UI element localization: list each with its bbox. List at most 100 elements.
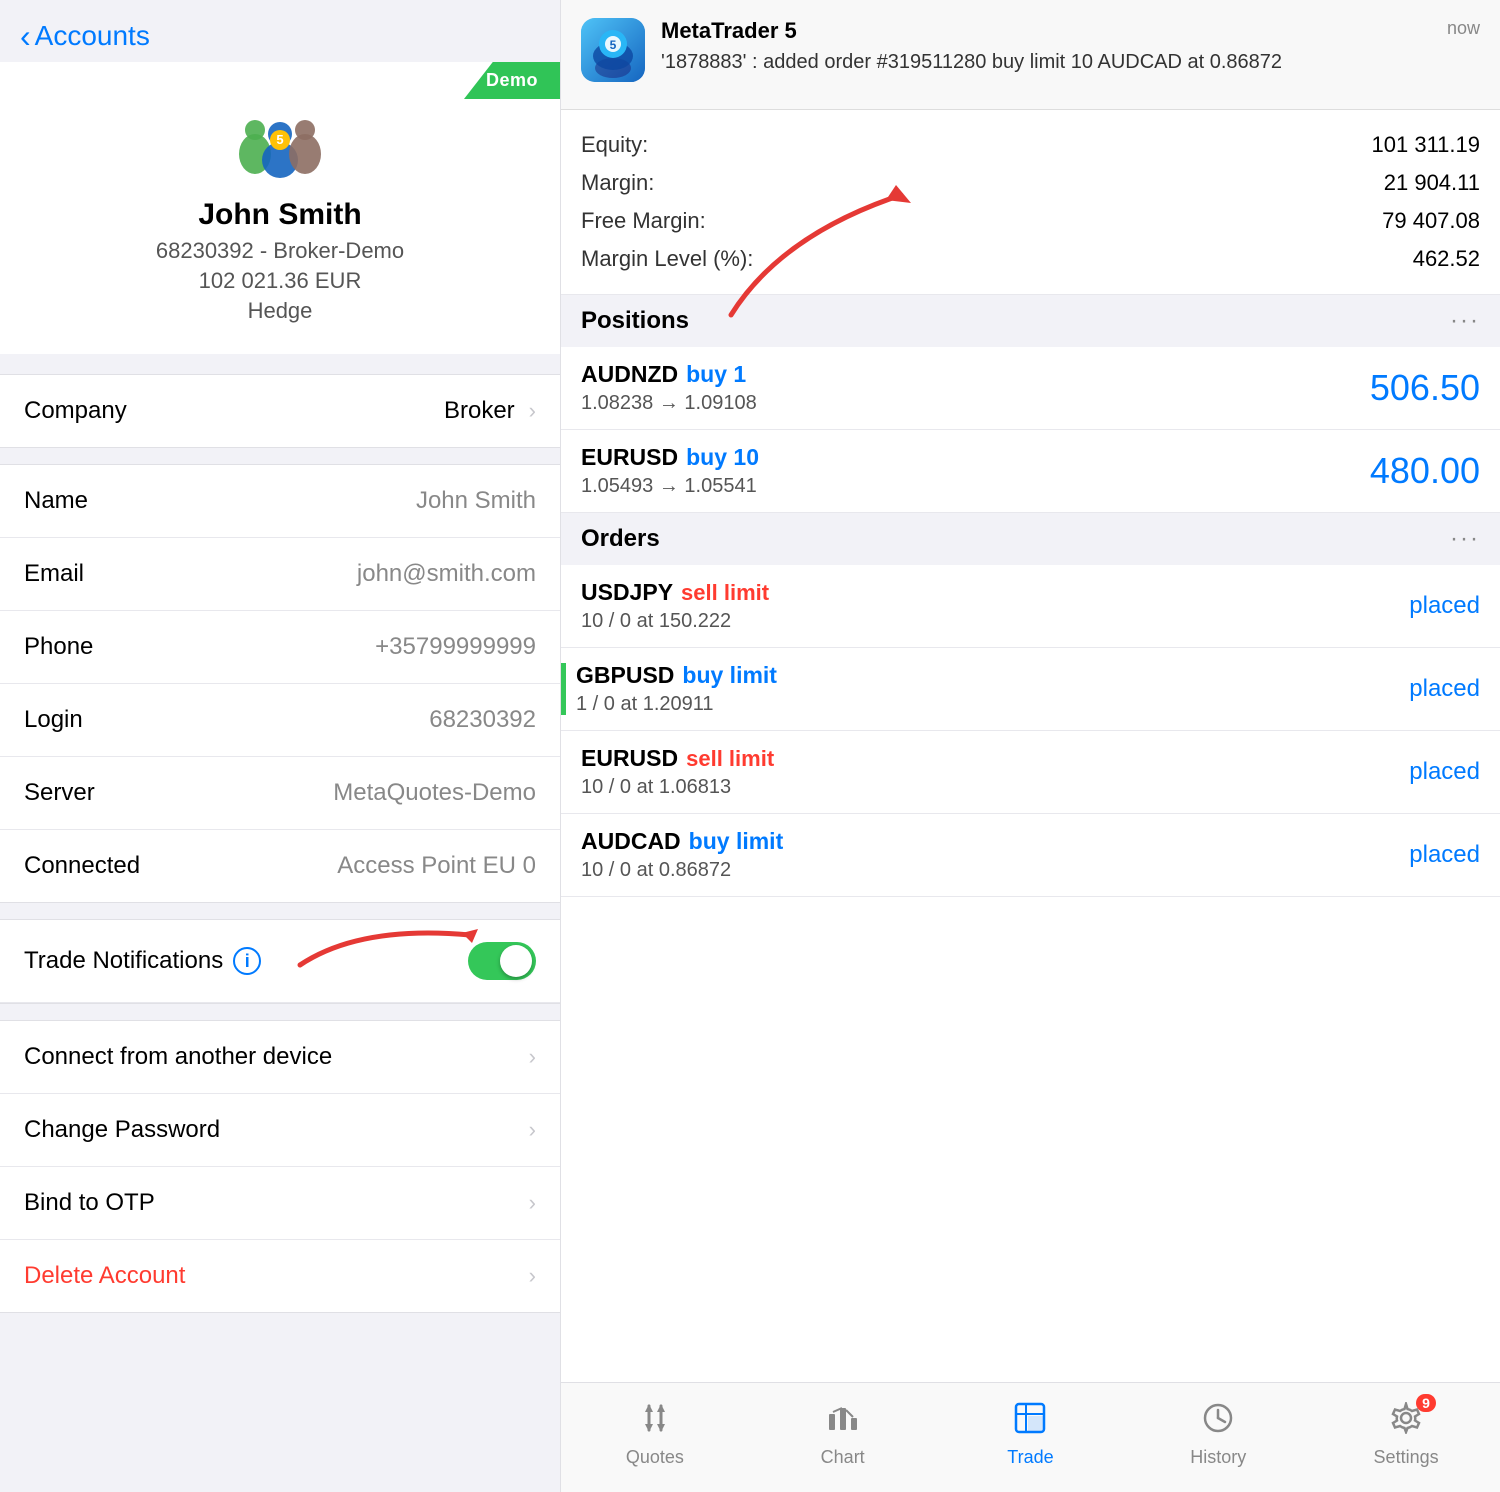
notifications-group: Trade Notifications i [0, 919, 560, 1004]
settings-label: Settings [1374, 1447, 1439, 1468]
company-row[interactable]: Company Broker › [0, 375, 560, 447]
server-row: Server MetaQuotes-Demo [0, 757, 560, 830]
margin-level-value: 462.52 [1413, 246, 1480, 272]
nav-history[interactable]: History [1163, 1402, 1273, 1468]
chart-icon [827, 1402, 859, 1441]
nav-bar: ‹ Accounts [0, 0, 560, 62]
bind-otp-chevron-icon: › [529, 1190, 536, 1216]
profile-section: Demo 5 John Smith 68230392 - Broker-Demo… [0, 62, 560, 354]
audcad-action: buy limit [689, 828, 784, 855]
info-group: Name John Smith Email john@smith.com Pho… [0, 464, 560, 903]
eurusd-action: buy 10 [686, 444, 759, 471]
notification-content: MetaTrader 5 now '1878883' : added order… [661, 18, 1480, 76]
eurusd-pair: EURUSD [581, 444, 678, 471]
free-margin-value: 79 407.08 [1382, 208, 1480, 234]
notification-message: '1878883' : added order #319511280 buy l… [661, 48, 1480, 76]
gbpusd-green-bar [561, 663, 566, 715]
eurusd-prices: 1.05493 → 1.05541 [581, 475, 1360, 498]
settings-badge: 9 [1416, 1394, 1436, 1412]
notification-app-name: MetaTrader 5 [661, 18, 797, 44]
usdjpy-order-row[interactable]: USDJPY sell limit 10 / 0 at 150.222 plac… [561, 565, 1500, 648]
back-chevron-icon: ‹ [20, 20, 31, 52]
trade-icon [1014, 1402, 1046, 1441]
gbpusd-order-row[interactable]: GBPUSD buy limit 1 / 0 at 1.20911 placed [561, 648, 1500, 731]
profile-account: 68230392 - Broker-Demo [156, 238, 404, 264]
notification-banner: 5 MetaTrader 5 now '1878883' : added ord… [561, 0, 1500, 110]
profile-mode: Hedge [248, 298, 313, 324]
margin-level-label: Margin Level (%): [581, 246, 753, 272]
connect-another-device-row[interactable]: Connect from another device › [0, 1021, 560, 1094]
margin-level-row: Margin Level (%): 462.52 [581, 240, 1480, 278]
trade-notifications-row: Trade Notifications i [0, 920, 560, 1003]
history-icon [1202, 1402, 1234, 1441]
trade-notifications-toggle[interactable] [468, 942, 536, 980]
positions-title: Positions [581, 307, 689, 335]
orders-section-header: Orders ··· [561, 513, 1500, 565]
delete-account-label: Delete Account [24, 1262, 185, 1290]
margin-value: 21 904.11 [1384, 170, 1480, 196]
positions-more-icon[interactable]: ··· [1450, 307, 1480, 335]
audnzd-prices: 1.08238 → 1.09108 [581, 392, 1360, 415]
company-value: Broker › [444, 397, 536, 425]
back-button[interactable]: ‹ Accounts [20, 20, 150, 52]
positions-section-header: Positions ··· [561, 295, 1500, 347]
eurusd-order-action: sell limit [686, 746, 774, 772]
metatrader-icon: 5 [581, 18, 645, 82]
usdjpy-pair: USDJPY [581, 579, 673, 606]
delete-chevron-icon: › [529, 1263, 536, 1289]
usdjpy-action: sell limit [681, 580, 769, 606]
quotes-icon [639, 1402, 671, 1441]
svg-text:5: 5 [610, 38, 617, 52]
company-chevron-icon: › [529, 398, 536, 424]
audnzd-action: buy 1 [686, 361, 746, 388]
nav-settings[interactable]: 9 Settings [1351, 1402, 1461, 1468]
history-label: History [1190, 1447, 1246, 1468]
gbpusd-action: buy limit [682, 662, 777, 689]
delete-account-row[interactable]: Delete Account › [0, 1240, 560, 1312]
eurusd-order-row[interactable]: EURUSD sell limit 10 / 0 at 1.06813 plac… [561, 731, 1500, 814]
audnzd-profit: 506.50 [1360, 367, 1480, 409]
profile-name: John Smith [198, 198, 361, 232]
demo-badge: Demo [464, 62, 560, 99]
bind-otp-row[interactable]: Bind to OTP › [0, 1167, 560, 1240]
nav-trade[interactable]: Trade [975, 1402, 1085, 1468]
eurusd-position-row[interactable]: EURUSD buy 10 1.05493 → 1.05541 480.00 [561, 430, 1500, 513]
margin-label: Margin: [581, 170, 654, 196]
audcad-status: placed [1380, 841, 1480, 869]
usdjpy-status: placed [1380, 592, 1480, 620]
free-margin-label: Free Margin: [581, 208, 706, 234]
free-margin-row: Free Margin: 79 407.08 [581, 202, 1480, 240]
account-summary: Equity: 101 311.19 Margin: 21 904.11 Fre… [561, 110, 1500, 295]
login-row: Login 68230392 [0, 684, 560, 757]
email-row: Email john@smith.com [0, 538, 560, 611]
gbpusd-pair: GBPUSD [576, 662, 674, 689]
orders-more-icon[interactable]: ··· [1450, 525, 1480, 553]
orders-title: Orders [581, 525, 660, 553]
company-label: Company [24, 397, 127, 425]
eurusd-order-status: placed [1380, 758, 1480, 786]
gbpusd-details: 1 / 0 at 1.20911 [576, 693, 1380, 716]
eurusd-order-details: 10 / 0 at 1.06813 [581, 776, 1380, 799]
eurusd-profit: 480.00 [1360, 450, 1480, 492]
chart-label: Chart [821, 1447, 865, 1468]
toggle-knob [500, 945, 532, 977]
change-password-row[interactable]: Change Password › [0, 1094, 560, 1167]
trade-label: Trade [1007, 1447, 1053, 1468]
back-label: Accounts [35, 20, 150, 52]
equity-value: 101 311.19 [1372, 132, 1480, 158]
audcad-order-row[interactable]: AUDCAD buy limit 10 / 0 at 0.86872 place… [561, 814, 1500, 897]
info-icon[interactable]: i [233, 947, 261, 975]
connect-chevron-icon: › [529, 1044, 536, 1070]
audnzd-position-row[interactable]: AUDNZD buy 1 1.08238 → 1.09108 506.50 [561, 347, 1500, 430]
notification-header: MetaTrader 5 now [661, 18, 1480, 44]
profile-balance: 102 021.36 EUR [199, 268, 362, 294]
nav-quotes[interactable]: Quotes [600, 1402, 710, 1468]
change-password-chevron-icon: › [529, 1117, 536, 1143]
company-group: Company Broker › [0, 374, 560, 448]
avatar: 5 [235, 92, 325, 182]
nav-chart[interactable]: Chart [788, 1402, 898, 1468]
name-row: Name John Smith [0, 465, 560, 538]
margin-row: Margin: 21 904.11 [581, 164, 1480, 202]
audcad-pair: AUDCAD [581, 828, 681, 855]
svg-text:5: 5 [276, 132, 283, 147]
